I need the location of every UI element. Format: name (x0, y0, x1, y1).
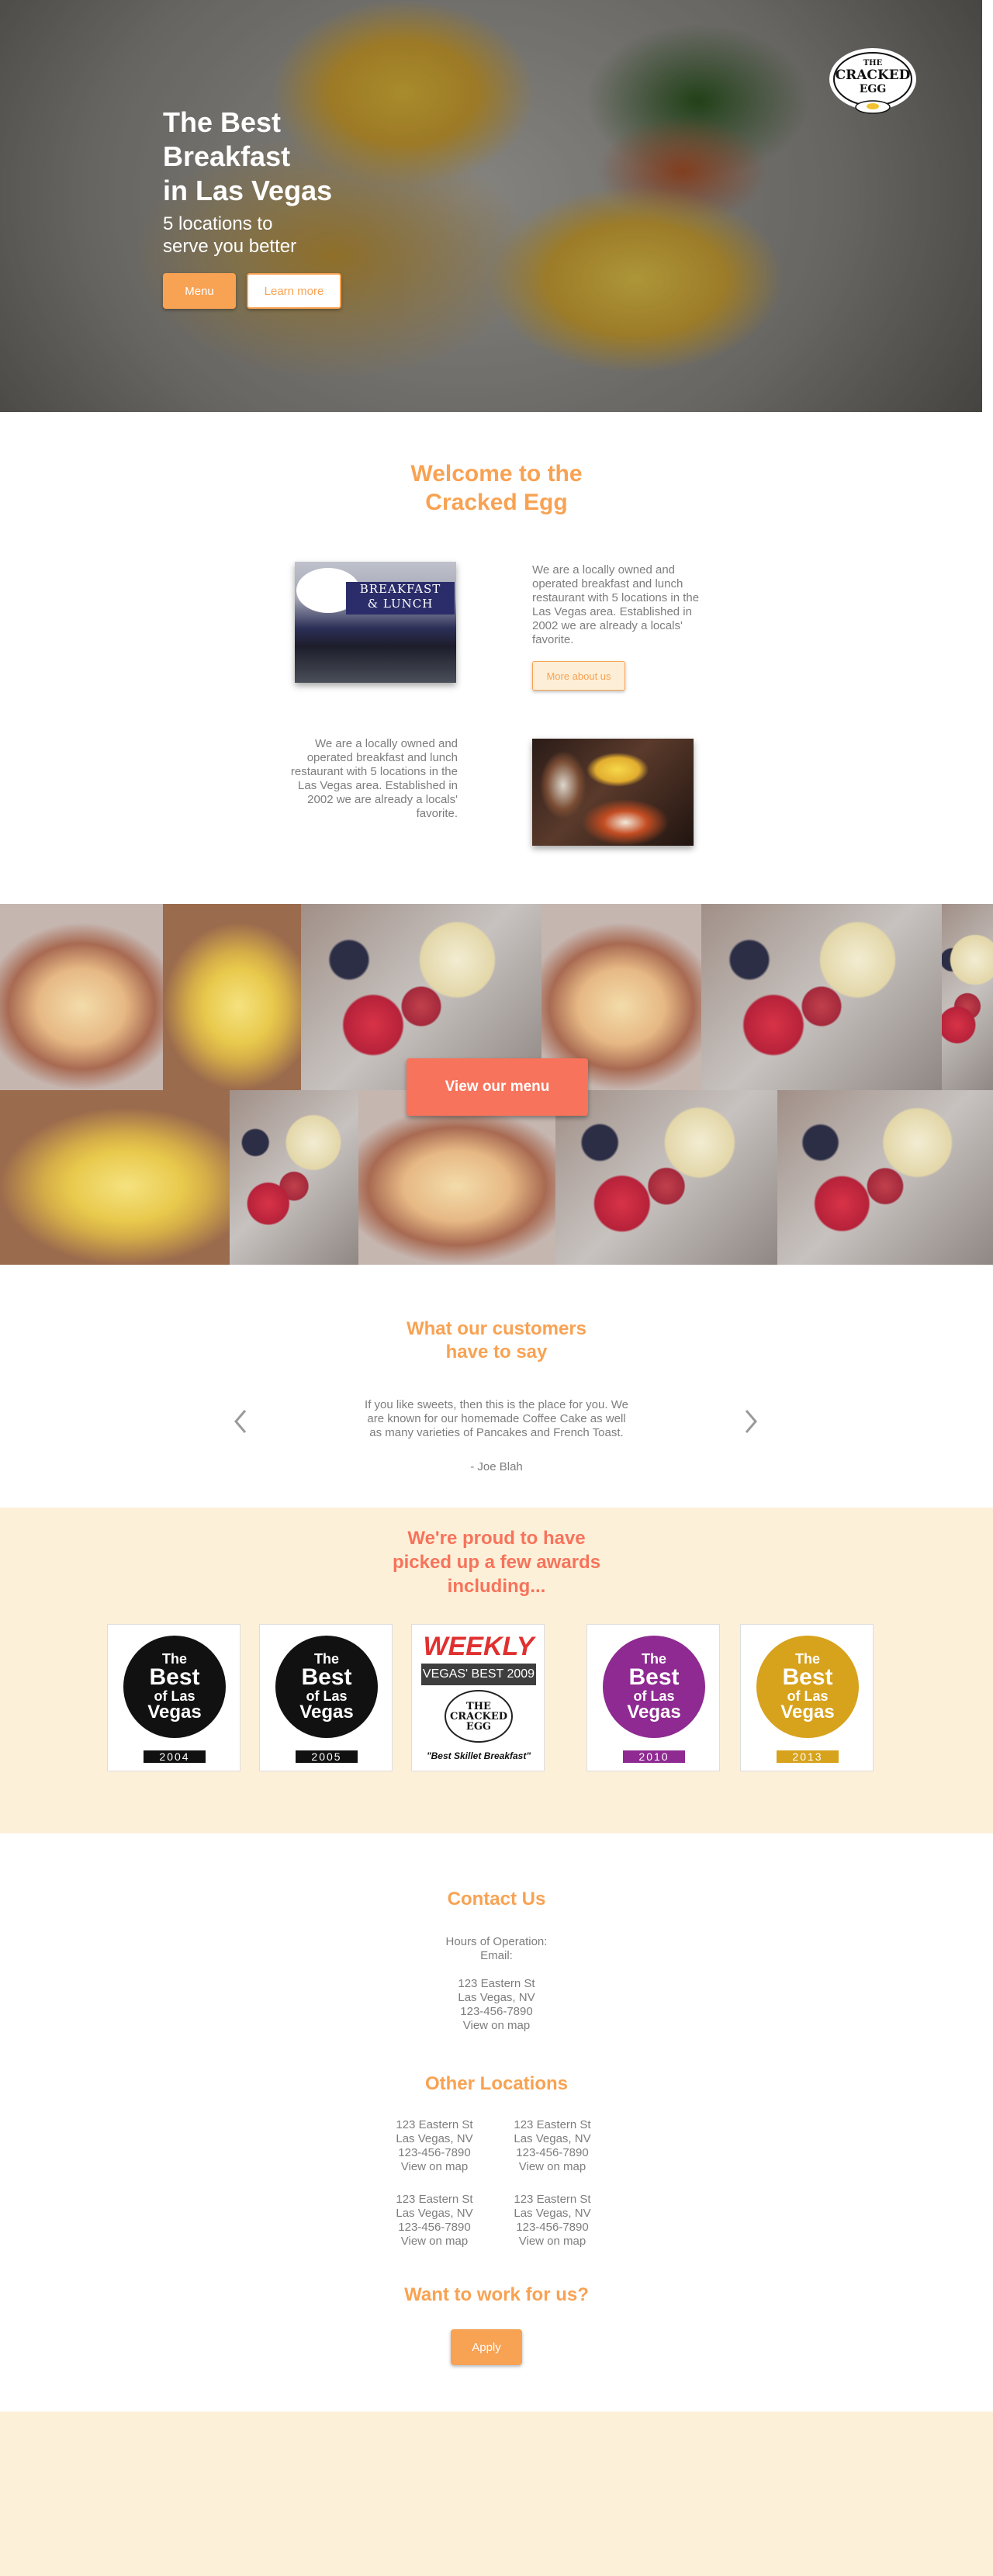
testimonial-quote: If you like sweets, then this is the pla… (365, 1398, 628, 1439)
award-year: 2005 (296, 1750, 358, 1763)
award-word: Best (301, 1664, 352, 1690)
mosaic-tile (701, 904, 942, 1090)
award-badge-2004: The Best of Las Vegas 2004 (107, 1624, 240, 1771)
more-about-us-button[interactable]: More about us (532, 661, 625, 691)
award-word: Best (782, 1664, 833, 1690)
award-seal: The Best of Las Vegas (123, 1636, 226, 1738)
logo-text-main: CRACKED (836, 68, 911, 83)
mosaic-tile (358, 1090, 555, 1265)
location-card: 123 Eastern St Las Vegas, NV 123-456-789… (498, 2118, 607, 2174)
location-street: 123 Eastern St (396, 2118, 473, 2131)
contact-title: Contact Us (447, 1889, 546, 1909)
award-seal: The Best of Las Vegas (756, 1636, 859, 1738)
hero-buttons: Menu Learn more (163, 273, 341, 309)
hero-subtitle: 5 locations to serve you better (163, 213, 297, 257)
contact-city: Las Vegas, NV (458, 1991, 535, 2004)
location-street: 123 Eastern St (514, 2118, 591, 2131)
location-map-link[interactable]: View on map (380, 2235, 489, 2249)
location-card: 123 Eastern St Las Vegas, NV 123-456-789… (380, 2193, 489, 2249)
award-word: Best (149, 1664, 200, 1690)
hero-edge (982, 0, 993, 412)
location-map-link[interactable]: View on map (380, 2160, 489, 2174)
awards-title: We're proud to have picked up a few awar… (392, 1528, 601, 1597)
hero-text-block: The Best Breakfast in Las Vegas 5 locati… (163, 106, 396, 258)
location-city: Las Vegas, NV (396, 2207, 473, 2220)
welcome-paragraph-1: We are a locally owned and operated brea… (532, 563, 700, 646)
location-phone[interactable]: 123-456-7890 (498, 2146, 607, 2160)
award-year: 2004 (144, 1750, 206, 1763)
mosaic-tile (942, 904, 993, 1090)
location-map-link[interactable]: View on map (498, 2160, 607, 2174)
award-word: Vegas (299, 1702, 354, 1723)
location-street: 123 Eastern St (514, 2193, 591, 2206)
weekly-egg-logo: THE CRACKED EGG (445, 1690, 513, 1743)
location-street: 123 Eastern St (396, 2193, 473, 2206)
careers-title: Want to work for us? (404, 2284, 589, 2305)
contact-map-link[interactable]: View on map (341, 2019, 652, 2033)
award-word: Vegas (147, 1702, 202, 1723)
mosaic-tile (230, 1090, 358, 1265)
welcome-title: Welcome to the Cracked Egg (410, 461, 583, 515)
contact-phone[interactable]: 123-456-7890 (341, 2005, 652, 2019)
mosaic-tile (0, 904, 163, 1090)
weekly-caption: "Best Skillet Breakfast" (426, 1750, 531, 1761)
apply-button[interactable]: Apply (451, 2329, 522, 2365)
award-year: 2010 (623, 1750, 685, 1763)
weekly-band: VEGAS' BEST 2009 (421, 1664, 536, 1685)
mosaic-tile (0, 1090, 230, 1265)
award-badge-2005: The Best of Las Vegas 2005 (259, 1624, 393, 1771)
award-seal: The Best of Las Vegas (275, 1636, 378, 1738)
testimonials-title: What our customers have to say (406, 1318, 587, 1362)
logo-text-top: THE (863, 59, 883, 68)
chevron-left-icon[interactable] (230, 1406, 253, 1437)
award-word: Best (628, 1664, 680, 1690)
award-year: 2013 (777, 1750, 839, 1763)
mosaic-tile (555, 1090, 777, 1265)
award-badge-2010: The Best of Las Vegas 2010 (586, 1624, 720, 1771)
award-badge-2013: The Best of Las Vegas 2013 (740, 1624, 874, 1771)
location-map-link[interactable]: View on map (498, 2235, 607, 2249)
hours-label: Hours of Operation: (445, 1935, 548, 1948)
food-photo (532, 739, 694, 846)
mosaic-tile (163, 904, 301, 1090)
footer (0, 2412, 993, 2576)
weekly-logo: WEEKLY (423, 1632, 535, 1661)
location-city: Las Vegas, NV (514, 2132, 591, 2145)
view-our-menu-button[interactable]: View our menu (407, 1058, 588, 1116)
learn-more-button[interactable]: Learn more (247, 273, 341, 309)
award-word: Vegas (780, 1702, 835, 1723)
hero-title: The Best Breakfast in Las Vegas (163, 106, 333, 206)
menu-button[interactable]: Menu (163, 273, 236, 309)
email-label: Email: (480, 1949, 513, 1962)
location-card: 123 Eastern St Las Vegas, NV 123-456-789… (380, 2118, 489, 2174)
contact-details: Hours of Operation: Email: 123 Eastern S… (341, 1935, 652, 2033)
location-city: Las Vegas, NV (514, 2207, 591, 2220)
storefront-photo: BREAKFAST & LUNCH (295, 562, 456, 683)
award-badge-weekly-2009: WEEKLY VEGAS' BEST 2009 THE CRACKED EGG … (411, 1624, 545, 1771)
award-word: Vegas (627, 1702, 681, 1723)
testimonial-author: - Joe Blah (470, 1460, 523, 1473)
store-sign: BREAKFAST & LUNCH (346, 582, 455, 615)
chevron-right-icon[interactable] (739, 1406, 762, 1437)
location-phone[interactable]: 123-456-7890 (498, 2221, 607, 2235)
cracked-egg-logo[interactable]: THE CRACKED EGG (827, 45, 919, 116)
welcome-paragraph-2: We are a locally owned and operated brea… (290, 737, 458, 820)
location-phone[interactable]: 123-456-7890 (380, 2221, 489, 2235)
logo-text-bottom: EGG (860, 83, 887, 95)
mosaic-tile (777, 1090, 993, 1265)
location-city: Las Vegas, NV (396, 2132, 473, 2145)
contact-street: 123 Eastern St (458, 1977, 535, 1990)
location-phone[interactable]: 123-456-7890 (380, 2146, 489, 2160)
award-seal: The Best of Las Vegas (603, 1636, 705, 1738)
location-card: 123 Eastern St Las Vegas, NV 123-456-789… (498, 2193, 607, 2249)
other-locations-title: Other Locations (424, 2073, 569, 2094)
